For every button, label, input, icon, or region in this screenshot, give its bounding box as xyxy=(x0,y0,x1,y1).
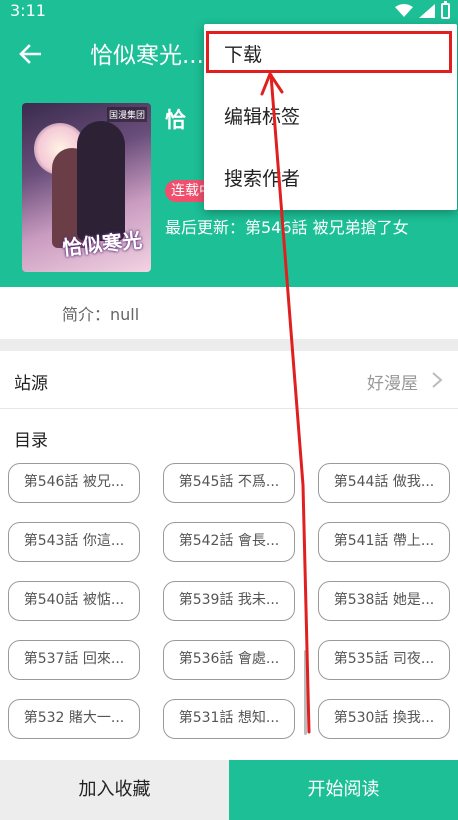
back-button[interactable] xyxy=(12,36,48,72)
chapter-button[interactable]: 第543話 你這... xyxy=(8,522,140,562)
comic-cover[interactable]: 国漫集团 恰似寒光 xyxy=(22,103,151,272)
chapter-button[interactable]: 第536話 會處... xyxy=(163,640,295,680)
wifi-icon xyxy=(395,4,413,17)
back-arrow-icon xyxy=(19,44,41,64)
chapter-button[interactable]: 第538話 她是... xyxy=(318,581,450,621)
start-reading-button[interactable]: 开始阅读 xyxy=(229,760,458,820)
signal-icon xyxy=(419,4,435,18)
intro-text: 简介：null xyxy=(62,305,140,324)
chapter-button[interactable]: 第530話 換我... xyxy=(318,699,450,739)
chapter-row: 第532 賭大一... 第531話 想知... 第530話 換我... xyxy=(8,699,452,739)
chapter-button[interactable]: 第539話 我未... xyxy=(163,581,295,621)
status-bar: 3:11 xyxy=(0,0,458,24)
chapter-button[interactable]: 第545話 不爲... xyxy=(163,463,295,503)
catalog-label: 目录 xyxy=(14,431,48,451)
section-divider xyxy=(0,339,458,351)
chapter-button[interactable]: 第535話 司夜... xyxy=(318,640,450,680)
add-favorite-button[interactable]: 加入收藏 xyxy=(0,760,229,820)
chapter-row: 第543話 你這... 第542話 會長... 第541話 帶上... xyxy=(8,522,452,562)
chapter-button[interactable]: 第532 賭大一... xyxy=(8,699,140,739)
intro-section: 简介：null xyxy=(0,287,458,339)
annotation-highlight-box xyxy=(206,31,452,73)
chapter-button[interactable]: 第546話 被兄... xyxy=(8,463,140,503)
scrollbar[interactable] xyxy=(304,650,307,735)
chapter-button[interactable]: 第542話 會長... xyxy=(163,522,295,562)
battery-icon xyxy=(441,1,450,19)
chapter-button[interactable]: 第531話 想知... xyxy=(163,699,295,739)
cover-publisher: 国漫集团 xyxy=(106,107,147,122)
chapter-row: 第537話 回來... 第536話 會處... 第535話 司夜... xyxy=(8,640,452,680)
chapter-row: 第540話 被惦... 第539話 我未... 第538話 她是... xyxy=(8,581,452,621)
status-icons xyxy=(395,1,450,19)
comic-title: 恰 xyxy=(165,108,186,132)
menu-item-edit-tags[interactable]: 编辑标签 xyxy=(204,86,457,148)
status-time: 3:11 xyxy=(10,1,46,20)
source-label: 站源 xyxy=(14,374,48,394)
source-value: 好漫屋 xyxy=(367,374,418,394)
page-title: 恰似寒光... xyxy=(90,43,204,69)
chapter-row: 第546話 被兄... 第545話 不爲... 第544話 做我... xyxy=(8,463,452,503)
chapter-button[interactable]: 第541話 帶上... xyxy=(318,522,450,562)
chapter-button[interactable]: 第537話 回來... xyxy=(8,640,140,680)
source-row[interactable]: 站源 好漫屋 xyxy=(0,351,458,409)
menu-item-search-author[interactable]: 搜索作者 xyxy=(204,148,457,210)
chapter-button[interactable]: 第540話 被惦... xyxy=(8,581,140,621)
bottom-bar: 加入收藏 开始阅读 xyxy=(0,760,458,820)
chapter-button[interactable]: 第544話 做我... xyxy=(318,463,450,503)
last-update: 最后更新：第546話 被兄弟搶了女 xyxy=(165,218,409,237)
chevron-right-icon xyxy=(432,372,443,388)
